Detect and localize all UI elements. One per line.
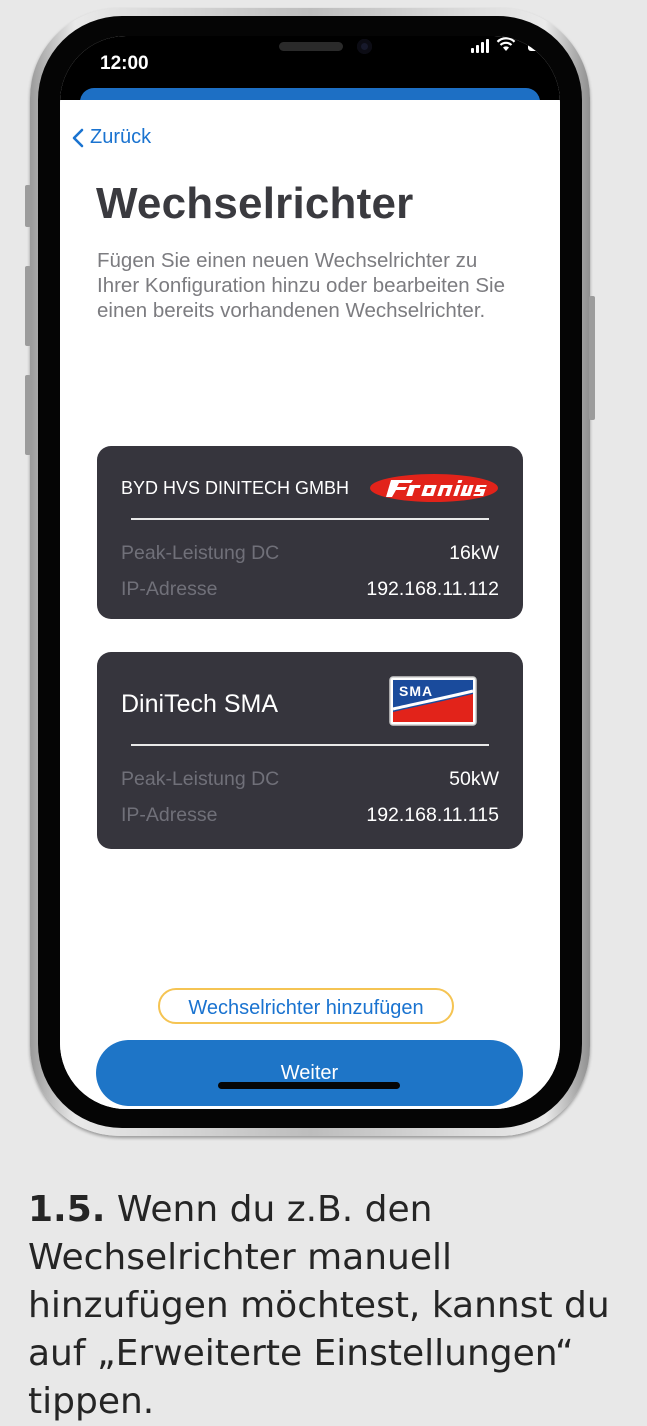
- chevron-left-icon: [72, 128, 84, 147]
- status-time: 12:00: [100, 53, 149, 74]
- instruction-caption: 1.5. Wenn du z.B. den Wechselrichter man…: [28, 1186, 638, 1426]
- sma-logo: SMA: [389, 676, 477, 726]
- volume-down-button: [25, 375, 31, 455]
- power-button: [589, 296, 595, 420]
- ip-address-label: IP-Adresse: [121, 804, 218, 826]
- page-title: Wechselrichter: [96, 179, 414, 228]
- inverter-card[interactable]: BYD HVS DINITECH GMBH Peak-Leistung DC 1…: [97, 446, 523, 619]
- add-inverter-button[interactable]: Wechselrichter hinzufügen: [158, 988, 454, 1024]
- phone-screen: 12:00 Zurück Wechselrichter Fügen Sie ei…: [60, 36, 560, 1109]
- page-subtitle: Fügen Sie einen neuen Wechselrichter zu …: [97, 249, 505, 322]
- card-divider: [131, 744, 489, 746]
- peak-power-value: 50kW: [449, 768, 499, 790]
- mute-switch: [25, 185, 31, 227]
- front-camera: [357, 39, 372, 54]
- peak-power-value: 16kW: [449, 542, 499, 564]
- ip-address-value: 192.168.11.112: [366, 578, 499, 600]
- inverter-name: DiniTech SMA: [121, 690, 278, 718]
- ip-address-value: 192.168.11.115: [366, 804, 499, 826]
- home-indicator[interactable]: [218, 1082, 400, 1089]
- peak-power-label: Peak-Leistung DC: [121, 542, 280, 564]
- back-button[interactable]: Zurück: [72, 126, 151, 149]
- volume-up-button: [25, 266, 31, 346]
- next-button[interactable]: Weiter: [96, 1040, 523, 1106]
- card-divider: [131, 518, 489, 520]
- ip-address-label: IP-Adresse: [121, 578, 218, 600]
- inverter-sheet: Zurück Wechselrichter Fügen Sie einen ne…: [60, 100, 560, 1109]
- fronius-logo: [370, 474, 498, 502]
- wifi-icon: [496, 37, 516, 51]
- speaker-grille: [279, 42, 343, 51]
- step-number: 1.5.: [28, 1189, 106, 1230]
- cellular-signal-icon: [471, 39, 489, 53]
- back-label: Zurück: [90, 126, 152, 148]
- inverter-name: BYD HVS DINITECH GMBH: [121, 478, 350, 498]
- inverter-card[interactable]: DiniTech SMA SMA Peak-Leistung DC 50kW I…: [97, 652, 523, 849]
- instruction-text: Wenn du z.B. den Wechselrichter manuell …: [28, 1189, 610, 1422]
- notch: [173, 36, 431, 74]
- battery-icon: [528, 39, 558, 51]
- svg-text:SMA: SMA: [399, 683, 433, 699]
- peak-power-label: Peak-Leistung DC: [121, 768, 280, 790]
